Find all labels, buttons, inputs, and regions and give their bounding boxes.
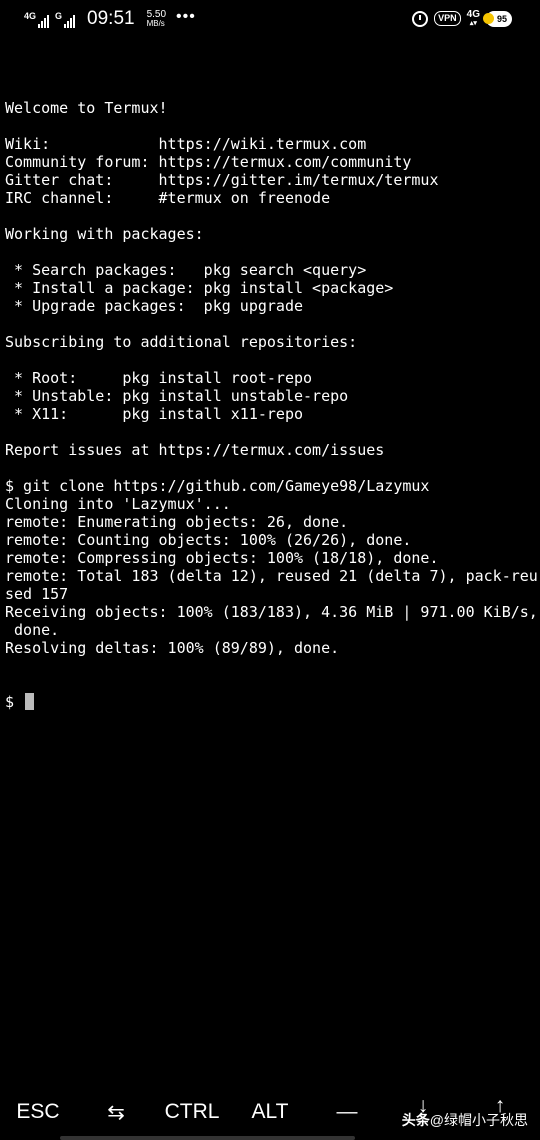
terminal-line: sed 157 <box>5 585 69 603</box>
sim1-signal-icon: 4G <box>24 10 50 28</box>
terminal-line: Welcome to Termux! <box>5 99 168 117</box>
terminal-line: Subscribing to additional repositories: <box>5 333 358 351</box>
text-cursor <box>25 693 35 710</box>
navigation-handle[interactable] <box>60 1136 355 1140</box>
status-bar-left: 4G G 09:51 5.50 MB/s ••• <box>24 8 196 30</box>
terminal-line: remote: Total 183 (delta 12), reused 21 … <box>5 567 538 585</box>
mobile-data-label: 4G <box>466 9 480 20</box>
data-arrows-icon: ▴▾ <box>469 20 477 27</box>
terminal-line: $ git clone https://github.com/Gameye98/… <box>5 477 430 495</box>
watermark: 头条@绿帽小子秋思 <box>402 1110 528 1130</box>
tab-key[interactable]: ⇆ <box>81 1100 151 1125</box>
battery-level: 95 <box>496 13 507 24</box>
terminal-line: * Root: pkg install root-repo <box>5 369 313 387</box>
alt-key[interactable]: ALT <box>235 1100 305 1124</box>
terminal-line: remote: Enumerating objects: 26, done. <box>5 513 349 531</box>
watermark-brand: 头条 <box>401 1112 430 1128</box>
sim1-network-label: 4G <box>24 11 37 21</box>
ctrl-key[interactable]: CTRL <box>157 1100 227 1124</box>
sim2-network-label: G <box>55 11 63 21</box>
vpn-icon: VPN <box>434 11 461 26</box>
terminal-line: Receiving objects: 100% (183/183), 4.36 … <box>5 603 538 621</box>
terminal-line: * Upgrade packages: pkg upgrade <box>5 297 304 315</box>
terminal-line: * Install a package: pkg install <packag… <box>5 279 394 297</box>
terminal-line: Working with packages: <box>5 225 204 243</box>
alarm-clock-icon <box>412 10 429 27</box>
terminal-line: * Unstable: pkg install unstable-repo <box>5 387 349 405</box>
terminal-line: * Search packages: pkg search <query> <box>5 261 367 279</box>
terminal-line: remote: Compressing objects: 100% (18/18… <box>5 549 439 567</box>
status-bar-right: VPN 4G ▴▾ 95 <box>412 10 512 27</box>
watermark-handle: @绿帽小子秋思 <box>429 1112 528 1128</box>
terminal-line: remote: Counting objects: 100% (26/26), … <box>5 531 412 549</box>
network-speed-unit: MB/s <box>146 19 165 28</box>
shell-prompt: $ <box>5 693 24 711</box>
battery-icon: 95 <box>483 10 512 27</box>
terminal-line: done. <box>5 621 60 639</box>
network-speed: 5.50 MB/s <box>146 9 167 29</box>
terminal-line: Gitter chat: https://gitter.im/termux/te… <box>5 171 439 189</box>
terminal-line: Cloning into 'Lazymux'... <box>5 495 231 513</box>
terminal-line: Report issues at https://termux.com/issu… <box>5 441 385 459</box>
terminal-prompt-line[interactable]: $ <box>5 693 537 711</box>
esc-key[interactable]: ESC <box>3 1100 73 1124</box>
clock: 09:51 <box>87 8 135 29</box>
network-speed-value: 5.50 <box>146 9 167 20</box>
more-notifications-icon: ••• <box>176 8 196 25</box>
do-not-disturb-moon-icon <box>483 12 494 24</box>
mobile-data-icon: 4G ▴▾ <box>466 9 480 28</box>
terminal-view[interactable]: Welcome to Termux! Wiki: https://wiki.ter… <box>5 63 538 729</box>
sim2-signal-icon: G <box>55 10 76 28</box>
status-bar: 4G G 09:51 5.50 MB/s ••• VPN 4G ▴▾ 95 <box>0 0 540 44</box>
terminal-line: * X11: pkg install x11-repo <box>5 405 304 423</box>
terminal-line: Resolving deltas: 100% (89/89), done. <box>5 639 340 657</box>
terminal-output: Welcome to Termux! Wiki: https://wiki.ter… <box>5 99 538 657</box>
terminal-line: Community forum: https://termux.com/comm… <box>5 153 412 171</box>
dash-key[interactable]: — <box>312 1100 382 1124</box>
terminal-line: IRC channel: #termux on freenode <box>5 189 331 207</box>
terminal-line: Wiki: https://wiki.termux.com <box>5 135 367 153</box>
